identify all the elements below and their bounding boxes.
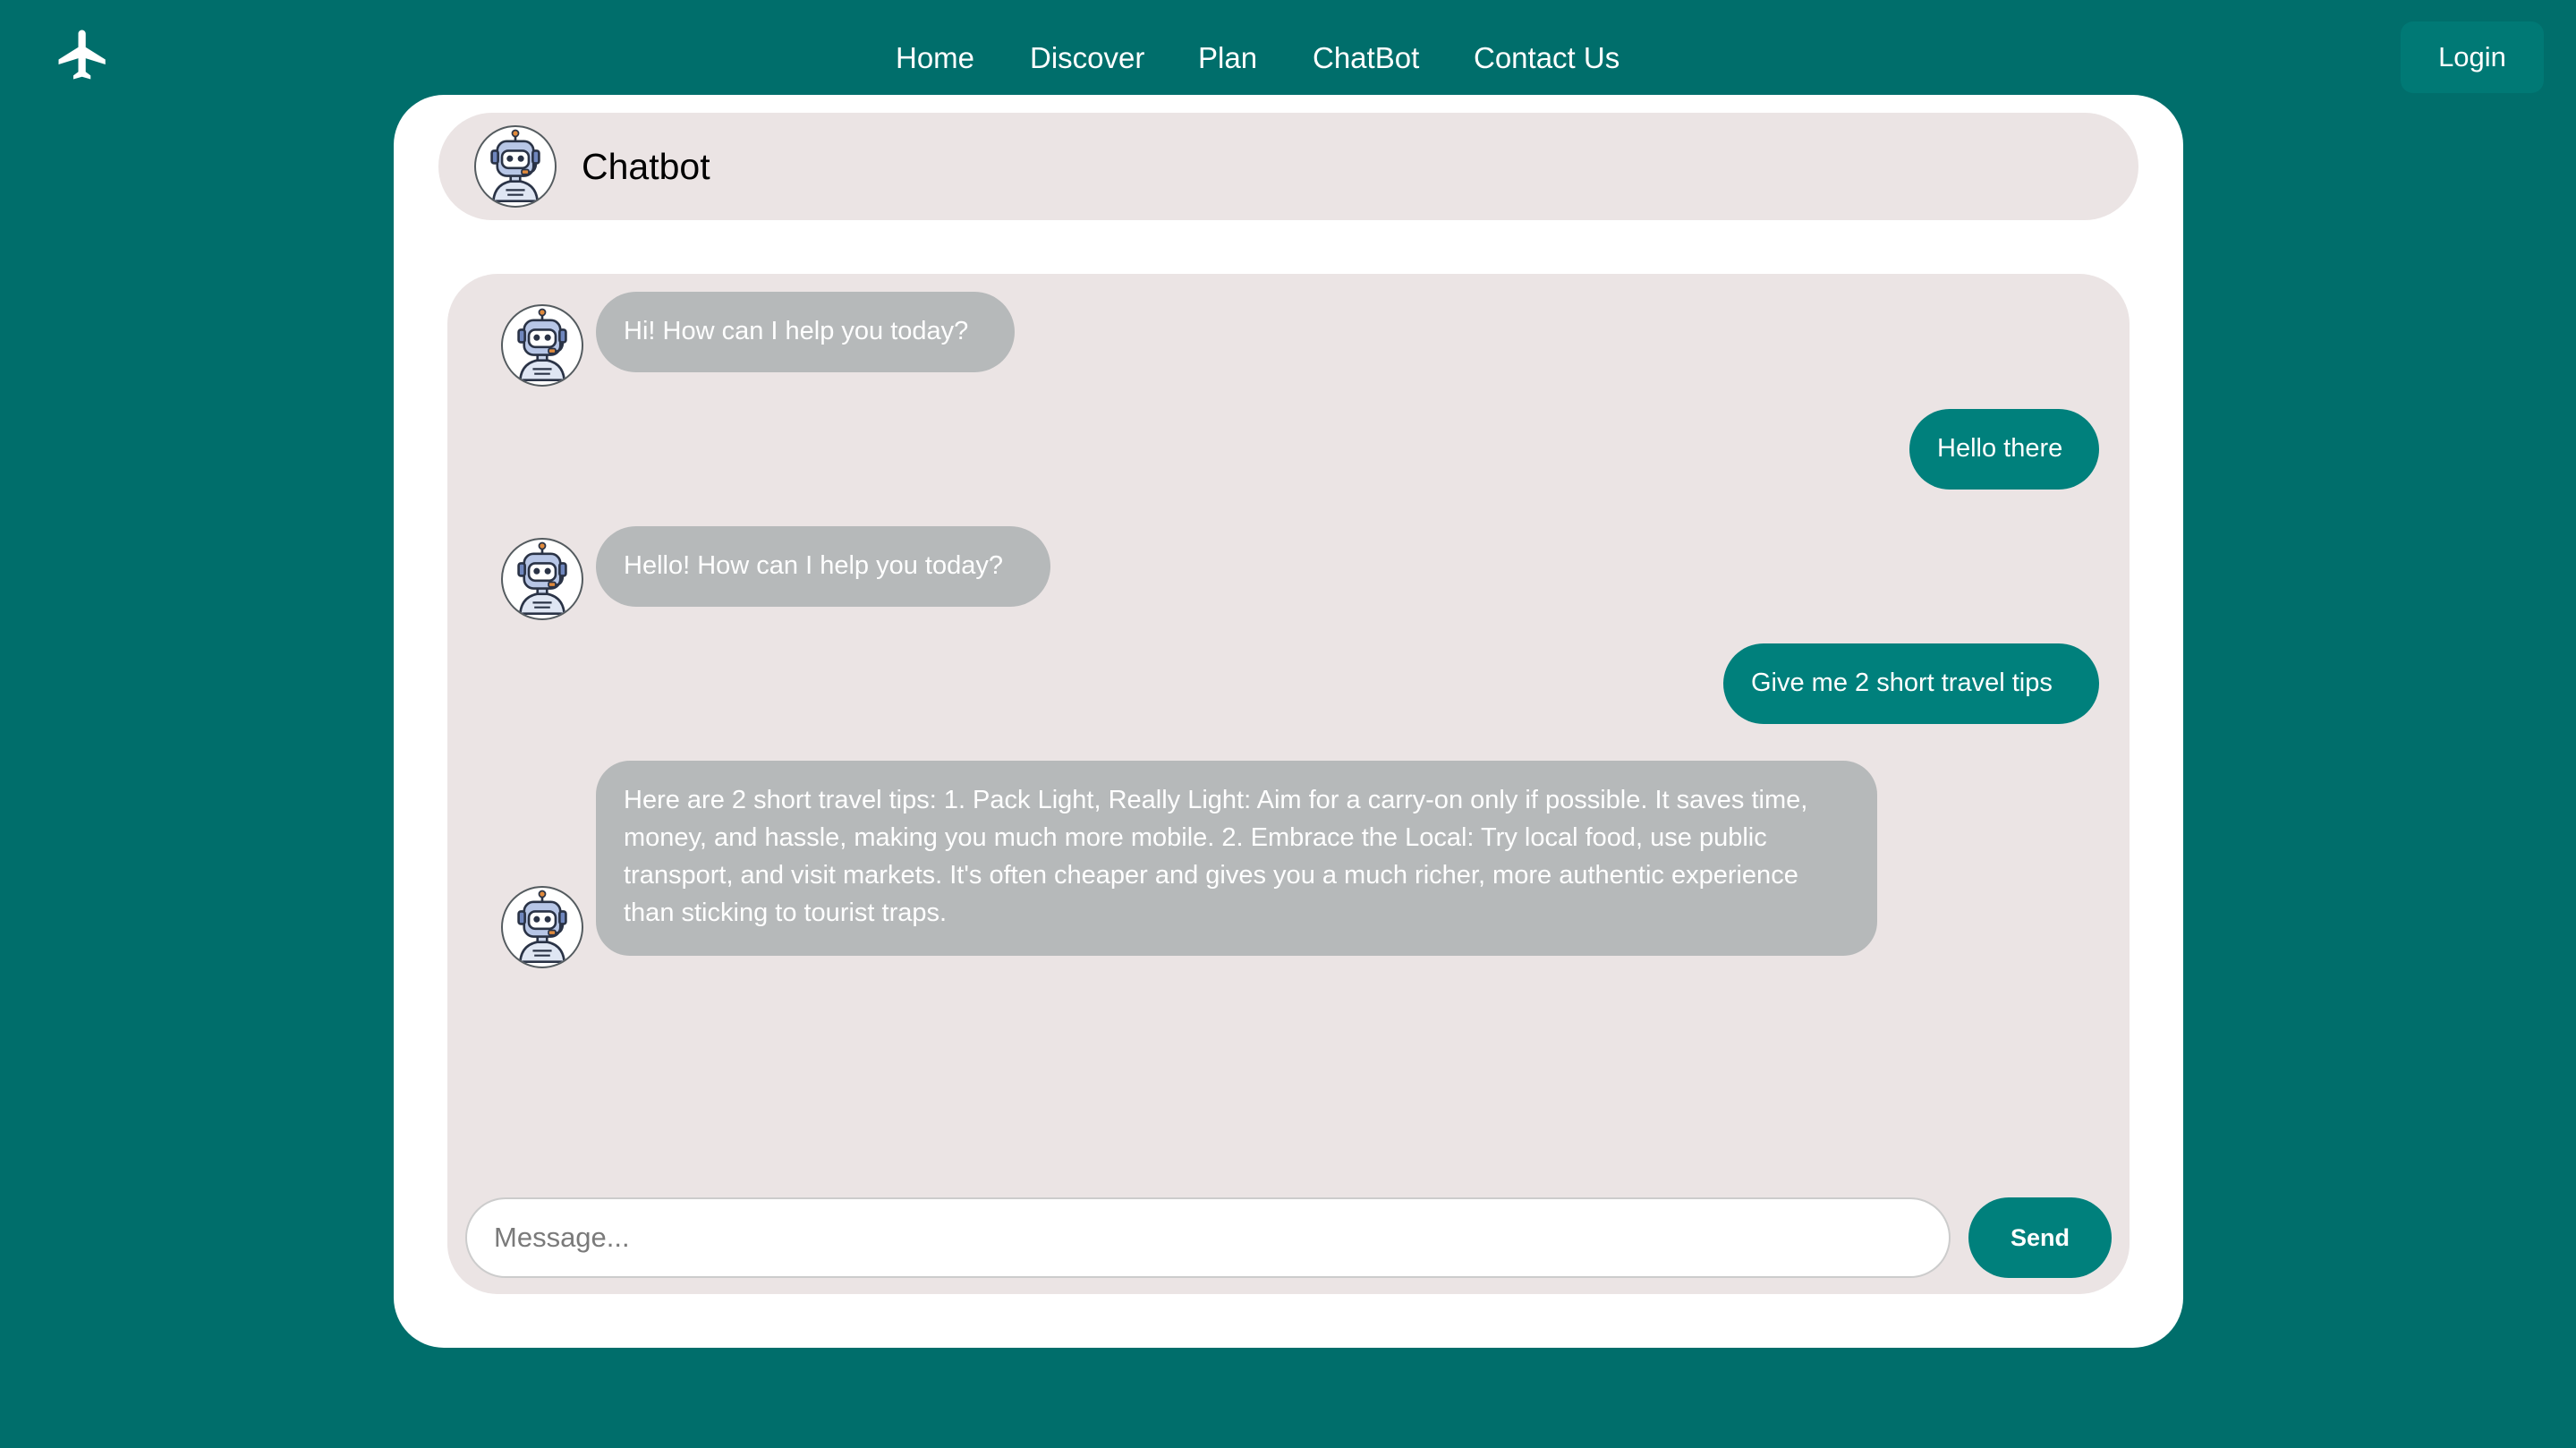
message-list: Hi! How can I help you today? Hello ther… (447, 274, 2130, 1294)
message-input[interactable] (465, 1197, 1951, 1278)
nav-link-contact-us[interactable]: Contact Us (1474, 36, 1620, 81)
chat-header: Chatbot (438, 113, 2138, 220)
nav-link-plan[interactable]: Plan (1198, 36, 1257, 81)
send-button[interactable]: Send (1968, 1197, 2112, 1278)
chat-card: Chatbot Hi! How can I help you today? He… (394, 95, 2183, 1348)
bot-message: Here are 2 short travel tips: 1. Pack Li… (596, 761, 1877, 956)
main-nav: Home Discover Plan ChatBot Contact Us (0, 36, 2576, 81)
robot-icon (474, 125, 557, 208)
user-message: Hello there (1909, 409, 2099, 490)
login-button[interactable]: Login (2401, 21, 2544, 93)
user-message: Give me 2 short travel tips (1723, 643, 2099, 724)
robot-icon (501, 538, 583, 620)
robot-icon (501, 886, 583, 968)
robot-icon (501, 304, 583, 387)
nav-link-home[interactable]: Home (896, 36, 974, 81)
nav-link-discover[interactable]: Discover (1030, 36, 1144, 81)
bot-message: Hello! How can I help you today? (596, 526, 1050, 607)
bot-message: Hi! How can I help you today? (596, 292, 1015, 372)
nav-link-chatbot[interactable]: ChatBot (1313, 36, 1419, 81)
chat-title: Chatbot (582, 146, 710, 187)
